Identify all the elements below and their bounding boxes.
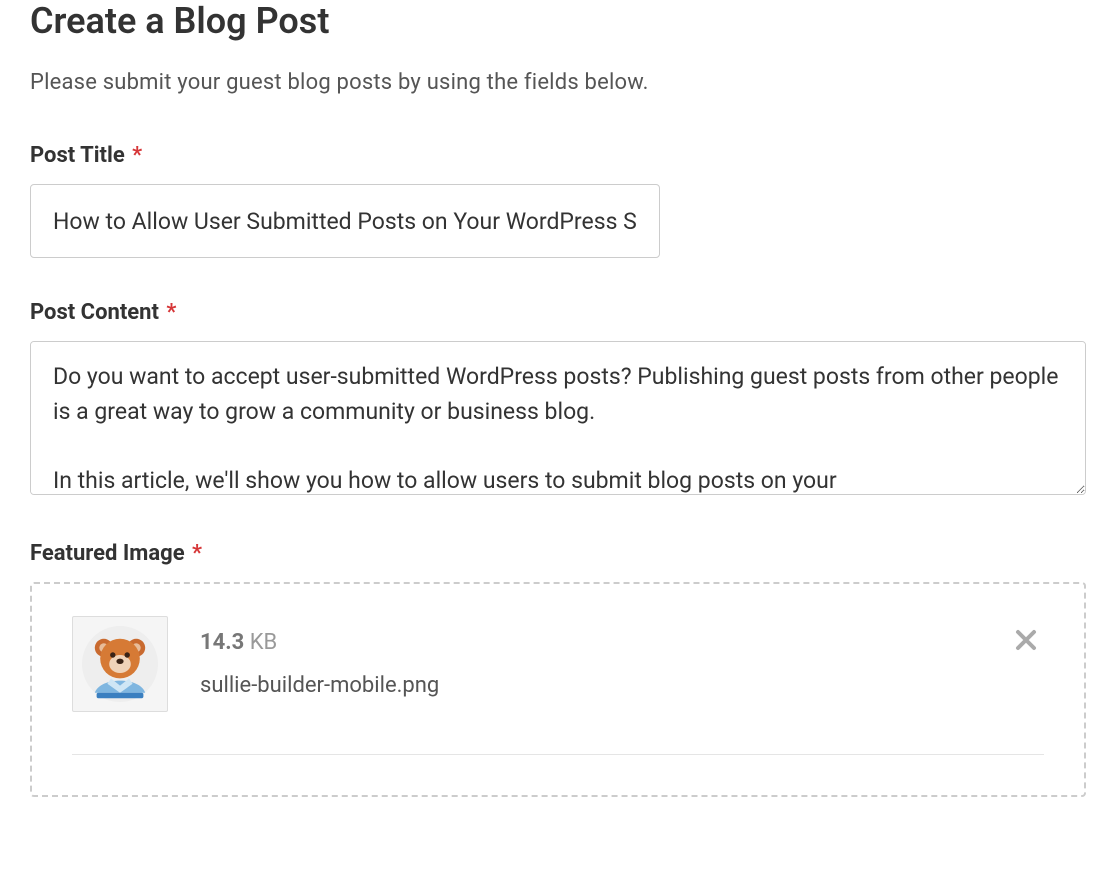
file-meta: 14.3 KB sullie-builder-mobile.png: [200, 630, 439, 698]
required-asterisk-icon: *: [132, 143, 142, 168]
file-upload-dropzone[interactable]: 14.3 KB sullie-builder-mobile.png: [30, 582, 1086, 797]
post-content-textarea[interactable]: Do you want to accept user-submitted Wor…: [30, 341, 1086, 495]
featured-image-field: Featured Image *: [30, 541, 1086, 797]
post-title-label-text: Post Title: [30, 143, 125, 168]
uploaded-file-row: 14.3 KB sullie-builder-mobile.png: [72, 616, 1044, 755]
file-thumbnail: [72, 616, 168, 712]
post-content-field: Post Content * Do you want to accept use…: [30, 300, 1086, 499]
remove-file-button[interactable]: [1008, 622, 1044, 658]
required-asterisk-icon: *: [166, 300, 176, 325]
featured-image-label-text: Featured Image: [30, 541, 185, 566]
page-description: Please submit your guest blog posts by u…: [30, 70, 1086, 95]
post-content-label-text: Post Content: [30, 300, 159, 325]
file-size: 14.3 KB: [200, 630, 439, 655]
avatar-icon: [84, 628, 156, 700]
post-content-label: Post Content *: [30, 300, 1086, 325]
post-title-field: Post Title *: [30, 143, 1086, 258]
post-title-label: Post Title *: [30, 143, 1086, 168]
file-size-unit: KB: [244, 630, 277, 655]
post-title-input[interactable]: [30, 184, 660, 258]
file-size-value: 14.3: [200, 630, 244, 655]
featured-image-label: Featured Image *: [30, 541, 1086, 566]
page-title: Create a Blog Post: [30, 0, 1086, 42]
required-asterisk-icon: *: [192, 541, 202, 566]
file-name: sullie-builder-mobile.png: [200, 673, 439, 698]
close-icon: [1014, 628, 1038, 652]
